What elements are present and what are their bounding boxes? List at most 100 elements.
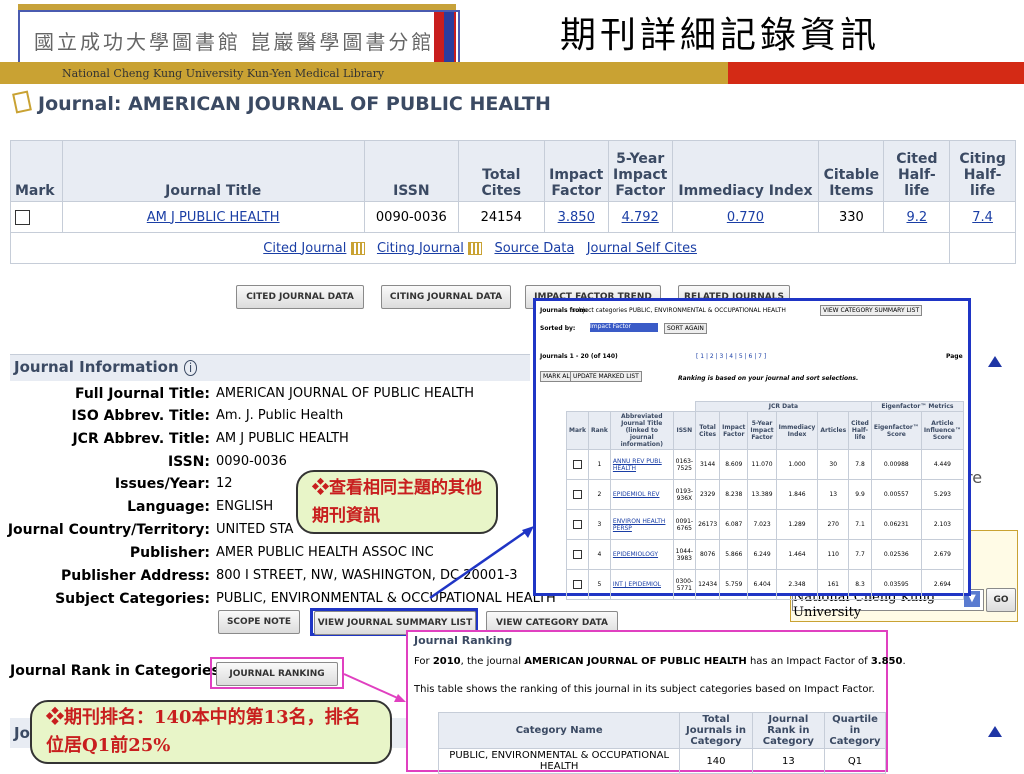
sorted-by-label: Sorted by: [540,325,576,332]
document-icon [12,90,32,114]
if5-cell: 6.404 [747,569,777,600]
issn-cell: 0193-936X [672,479,697,510]
if-cell: 8.609 [719,449,749,480]
col-eigenfactor: Eigenfactor™ Score [870,411,922,450]
update-marked-list-button[interactable]: UPDATE MARKED LIST [570,371,642,382]
journal-heading-text: Journal: AMERICAN JOURNAL OF PUBLIC HEAL… [38,93,551,115]
info-label: ISSN: [167,454,210,470]
rank-cell: 13 [751,748,826,774]
sort-select[interactable]: Impact Factor [590,323,658,332]
pager[interactable]: [ 1 | 2 | 3 | 4 | 5 | 6 | 7 ] [696,353,766,360]
col-category-name: Category Name [437,712,681,749]
mark-checkbox[interactable] [15,209,30,225]
info-label: Full Journal Title: [74,386,210,402]
mark-checkbox[interactable] [572,550,582,559]
title-cell: ANNU REV PUBL HEALTH [609,449,674,480]
collapse-up-arrow-icon[interactable] [988,726,1002,737]
cited-half-life-cell: 9.2 [883,201,951,233]
sort-again-button[interactable]: SORT AGAIN [664,323,707,334]
cited-journal-link[interactable]: Cited Journal [263,241,346,256]
rank-cell: 5 [587,569,611,600]
info-label: Publisher Address: [61,568,210,584]
influence-cell: 2.103 [920,509,965,540]
mark-checkbox[interactable] [572,520,582,529]
col-quartile: Quartile in Category [824,712,886,749]
journal-metrics-table: Mark Journal Title ISSN Total Cites Impa… [9,140,1016,264]
influence-cell: 5.293 [920,479,965,510]
source-data-link[interactable]: Source Data [494,241,574,256]
journal-info-title-text: Journal Information [14,358,179,376]
col-citing-half-life: Citing Half-life [949,140,1016,202]
half-life-cell: 9.9 [848,479,872,510]
citing-journal-data-button[interactable]: CITING JOURNAL DATA [381,285,511,309]
logo-blue-bar [444,12,454,62]
influence-cell: 2.694 [920,569,965,600]
col-immediacy-index: Immediacy Index [671,140,820,202]
cites-cell: 3144 [695,449,721,480]
half-life-cell: 7.7 [848,539,872,570]
empty-cell [949,232,1016,264]
info-icon[interactable]: i [183,360,198,376]
callout-same-topic: ❖查看相同主題的其他期刊資訊 [296,470,498,534]
journal-title-cell: AM J PUBLIC HEALTH [61,201,365,233]
journal-link[interactable]: EPIDEMIOLOGY [613,551,658,558]
go-button[interactable]: GO [986,588,1016,612]
cites-cell: 2329 [695,479,721,510]
if5-cell: 6.249 [747,539,777,570]
if5-cell: 7.023 [747,509,777,540]
journal-link[interactable]: INT J EPIDEMIOL [613,581,661,588]
immediacy-cell: 1.000 [775,449,819,480]
issn-cell: 1044-3983 [672,539,697,570]
ranking-year: 2010 [432,656,461,667]
if-cell: 5.866 [719,539,749,570]
journals-from-value: subject categories PUBLIC, ENVIRONMENTAL… [572,307,786,314]
if-cell: 6.087 [719,509,749,540]
col-journal-title: Journal Title [61,140,365,202]
citing-half-life-link[interactable]: 7.4 [972,210,993,225]
col-immediacy: Immediacy Index [775,411,819,450]
journal-ranking-button[interactable]: JOURNAL RANKING [216,662,338,686]
bar-chart-icon[interactable] [468,241,483,255]
articles-cell: 110 [817,539,850,570]
view-category-summary-button[interactable]: VIEW CATEGORY SUMMARY LIST [820,305,923,316]
links-cell: Cited Journal Citing Journal Source Data… [9,232,951,264]
callout-journal-rank: ❖期刊排名：140本中的第13名，排名位居Q1前25% [30,700,392,764]
citing-journal-link[interactable]: Citing Journal [377,241,464,256]
ranking-sentence: For 2010, the journal AMERICAN JOURNAL O… [414,656,906,667]
mark-checkbox[interactable] [572,490,582,499]
mark-cell [566,569,589,600]
half-life-cell: 8.3 [848,569,872,600]
five-year-if-link[interactable]: 4.792 [622,210,659,225]
col-citable-items: Citable Items [818,140,885,202]
info-value: 12 [216,476,233,491]
journal-link[interactable]: ENVIRON HEALTH PERSP [613,518,666,532]
journals-count: Journals 1 - 20 (of 140) [540,353,618,360]
cites-cell: 12434 [695,569,721,600]
eigenfactor-cell: 0.06231 [870,509,922,540]
influence-cell: 4.449 [920,449,965,480]
half-life-cell: 7.8 [848,449,872,480]
journal-title-link[interactable]: AM J PUBLIC HEALTH [147,210,280,225]
mark-checkbox[interactable] [572,580,582,589]
journal-link[interactable]: ANNU REV PUBL HEALTH [613,458,662,472]
info-value: Am. J. Public Health [216,408,344,423]
col-impact-factor: Impact Factor [543,140,609,202]
ranking-note: Ranking is based on your journal and sor… [678,375,859,382]
half-life-cell: 7.1 [848,509,872,540]
mark-checkbox[interactable] [572,460,582,469]
journal-self-cites-link[interactable]: Journal Self Cites [587,241,697,256]
info-value: UNITED STA [216,522,294,537]
journal-link[interactable]: EPIDEMIOL REV [613,491,660,498]
issn-cell: 0090-0036 [363,201,459,233]
scope-note-button[interactable]: SCOPE NOTE [218,610,300,634]
collapse-up-arrow-icon[interactable] [988,356,1002,367]
table-row: PUBLIC, ENVIRONMENTAL & OCCUPATIONAL HEA… [437,748,886,774]
cited-half-life-link[interactable]: 9.2 [906,210,927,225]
info-value: 0090-0036 [216,454,287,469]
rank-cell: 2 [587,479,611,510]
cited-journal-data-button[interactable]: CITED JOURNAL DATA [236,285,364,309]
bar-chart-icon[interactable] [350,241,365,255]
impact-factor-link[interactable]: 3.850 [558,210,595,225]
immediacy-link[interactable]: 0.770 [727,210,764,225]
cites-cell: 8076 [695,539,721,570]
